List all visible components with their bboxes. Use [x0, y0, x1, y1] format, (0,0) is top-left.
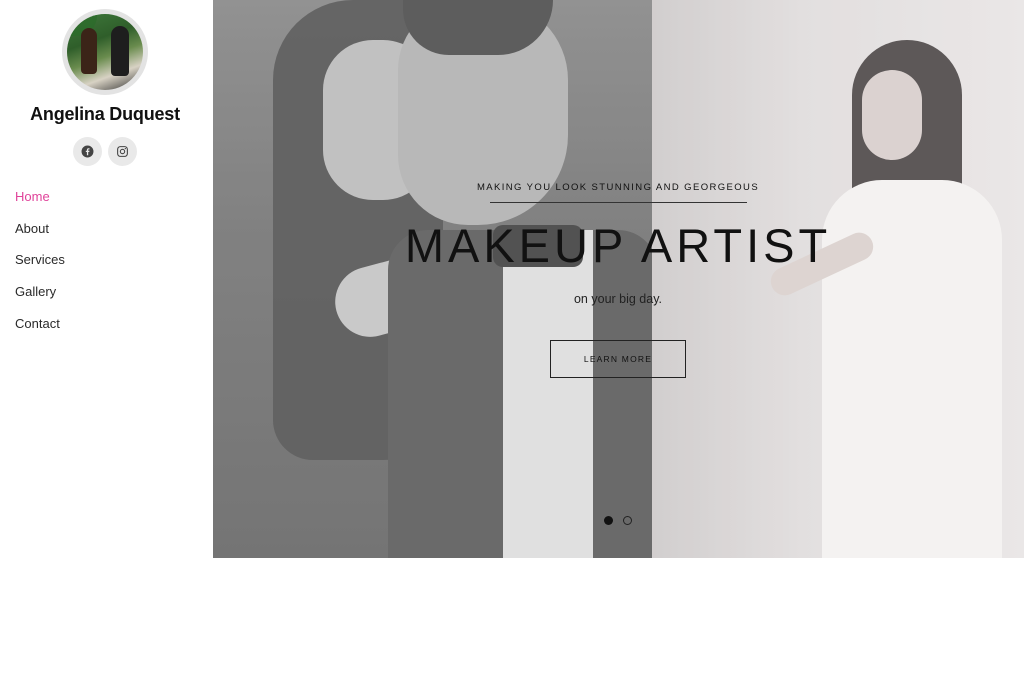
avatar[interactable]	[62, 9, 148, 95]
hero-slider: MAKING YOU LOOK STUNNING AND GEORGEOUS M…	[213, 0, 1024, 558]
hero-content: MAKING YOU LOOK STUNNING AND GEORGEOUS M…	[213, 0, 1024, 558]
nav-item-about[interactable]: About	[15, 220, 65, 252]
nav-item-home[interactable]: Home	[15, 188, 65, 220]
slider-dots	[604, 515, 632, 525]
hero-eyebrow: MAKING YOU LOOK STUNNING AND GEORGEOUS	[476, 182, 760, 193]
instagram-link[interactable]	[108, 137, 137, 166]
sidebar: Angelina Duquest Home About Services Gal…	[0, 0, 213, 683]
brand-name[interactable]: Angelina Duquest	[0, 104, 210, 125]
nav-item-services[interactable]: Services	[15, 251, 65, 283]
divider	[490, 202, 747, 203]
instagram-icon	[117, 146, 128, 157]
social-links	[73, 137, 137, 166]
slider-dot-1[interactable]	[604, 515, 613, 525]
hero-headline: MAKEUP ARTIST	[404, 219, 832, 272]
facebook-icon	[81, 145, 94, 158]
avatar-photo	[67, 14, 143, 90]
facebook-link[interactable]	[73, 137, 102, 166]
nav-item-gallery[interactable]: Gallery	[15, 283, 65, 315]
slider-dot-2[interactable]	[623, 515, 632, 525]
learn-more-button[interactable]: LEARN MORE	[550, 340, 686, 378]
main-nav: Home About Services Gallery Contact	[15, 188, 65, 346]
nav-item-contact[interactable]: Contact	[15, 315, 65, 347]
hero-subline: on your big day.	[573, 292, 663, 306]
